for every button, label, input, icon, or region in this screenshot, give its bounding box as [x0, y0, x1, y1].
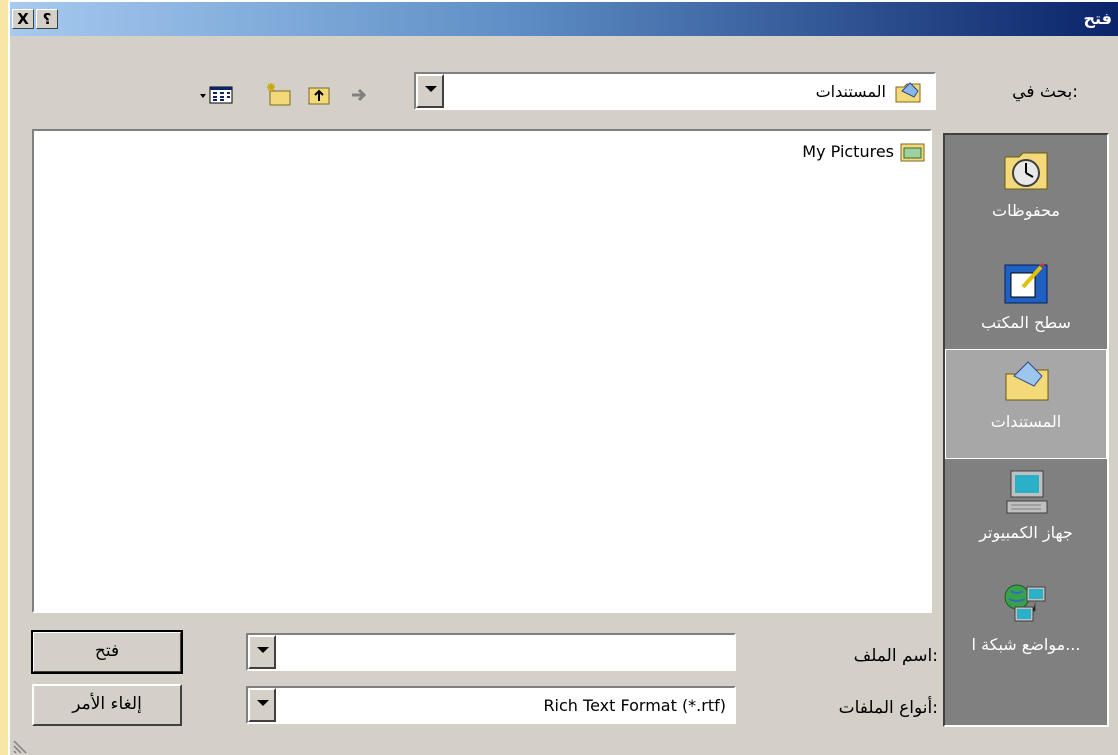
place-network-places[interactable]: مواضع شبكة ا... [945, 573, 1107, 683]
file-name: My Pictures [802, 142, 894, 161]
place-desktop[interactable]: سطح المكتب [945, 251, 1107, 361]
place-history[interactable]: محفوظات [945, 139, 1107, 249]
desktop-icon [1004, 263, 1048, 304]
file-name-combo[interactable] [246, 633, 736, 671]
file-name-label: اسم الملف: [853, 646, 938, 666]
views-icon[interactable] [198, 82, 242, 108]
open-button[interactable]: فتح [31, 630, 183, 674]
my-documents-icon [895, 82, 921, 103]
places-bar: محفوظات سطح المكتب المستندات جهاز الكمبي… [943, 133, 1109, 727]
place-label: جهاز الكمبيوتر [979, 523, 1073, 542]
history-icon [1004, 152, 1048, 190]
place-my-computer[interactable]: جهاز الكمبيوتر [945, 461, 1107, 571]
back-arrow-icon[interactable] [348, 82, 372, 108]
resize-grip-icon[interactable] [12, 735, 32, 755]
my-pictures-folder-icon [900, 143, 925, 162]
my-computer-icon [1006, 470, 1048, 514]
file-name-dropdown-button[interactable] [248, 635, 276, 669]
file-type-dropdown-button[interactable] [248, 688, 276, 722]
place-label: محفوظات [992, 201, 1060, 220]
file-type-value: Rich Text Format (*.rtf) [543, 696, 726, 715]
place-my-documents[interactable]: المستندات [945, 349, 1107, 459]
window-title: فتح [1083, 9, 1112, 28]
cancel-button[interactable]: إلغاء الأمر [32, 684, 182, 726]
look-in-dropdown-button[interactable] [416, 74, 444, 108]
help-icon: ؟ [42, 10, 52, 28]
file-type-label: أنواع الملفات: [838, 698, 938, 718]
open-dialog: X ؟ فتح بحث في: المستندات My Pictures مح… [8, 0, 1118, 755]
file-list[interactable]: My Pictures [32, 129, 932, 613]
close-icon: X [17, 10, 29, 28]
title-bar[interactable]: X ؟ فتح [10, 2, 1118, 36]
network-places-icon [1004, 584, 1046, 622]
file-name-input[interactable] [280, 639, 730, 665]
place-label: سطح المكتب [981, 313, 1071, 332]
place-label: المستندات [990, 412, 1062, 431]
look-in-value: المستندات [815, 82, 886, 101]
up-folder-icon[interactable] [306, 82, 332, 108]
cancel-button-label: إلغاء الأمر [72, 694, 142, 714]
open-button-label: فتح [94, 641, 120, 661]
look-in-combo[interactable]: المستندات [414, 72, 936, 110]
new-folder-icon[interactable] [264, 82, 294, 108]
help-button[interactable]: ؟ [36, 9, 58, 29]
look-in-label: بحث في: [1012, 82, 1078, 102]
file-type-combo[interactable]: Rich Text Format (*.rtf) [246, 686, 736, 724]
place-label: مواضع شبكة ا... [971, 635, 1081, 654]
close-button[interactable]: X [12, 9, 34, 29]
my-documents-icon [1005, 361, 1049, 401]
